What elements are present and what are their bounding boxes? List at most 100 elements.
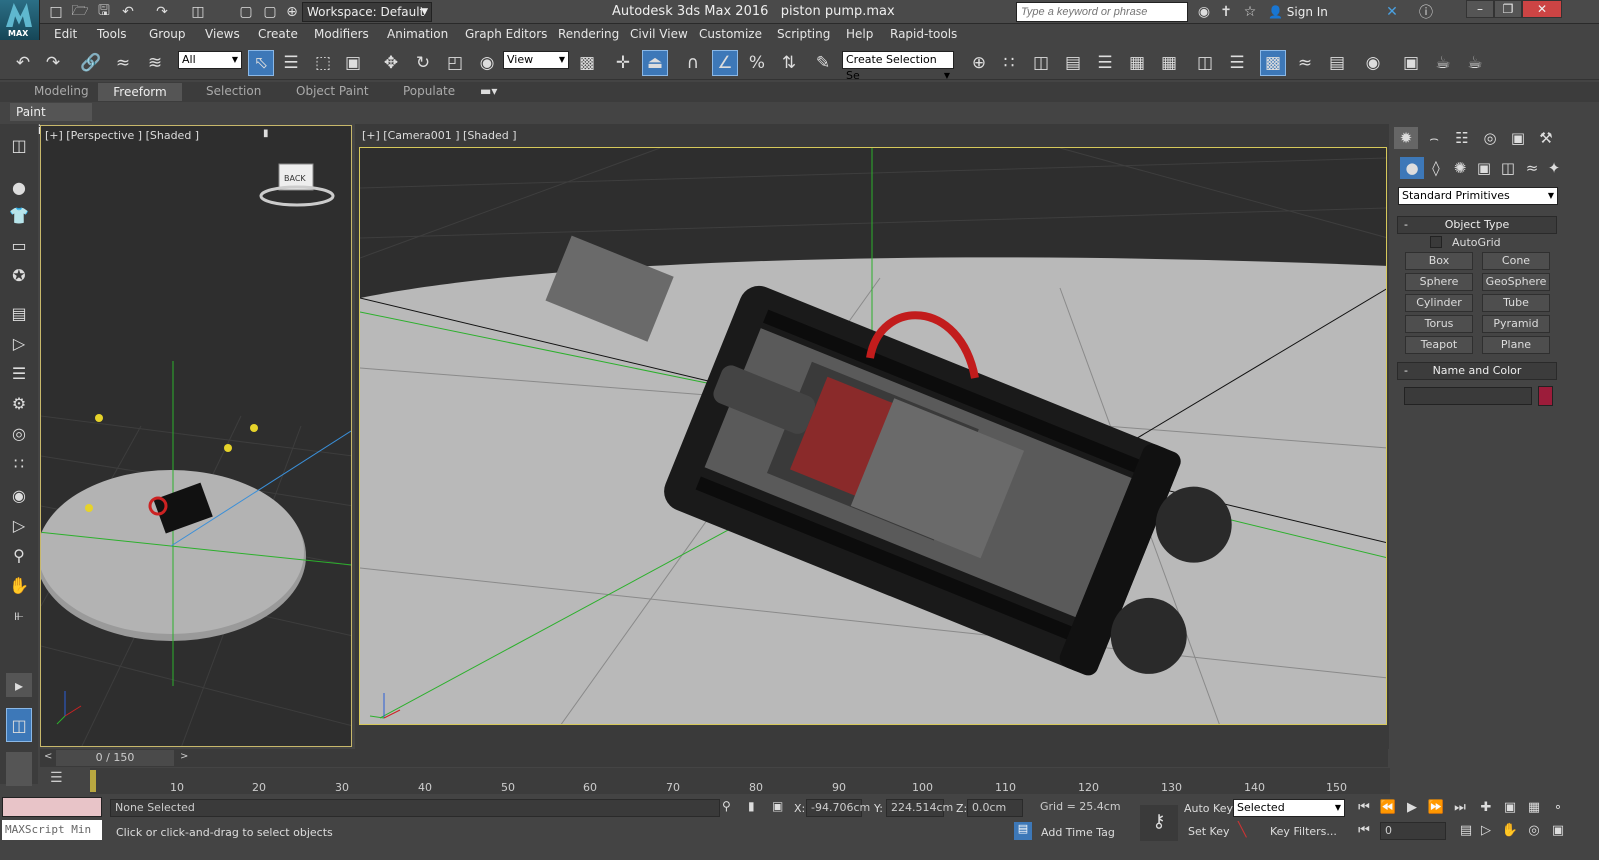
prev-frame-icon[interactable]: < xyxy=(44,751,52,762)
snaps-toggle-icon[interactable]: ∩ xyxy=(680,50,706,76)
sign-in-button[interactable]: 👤 Sign In xyxy=(1268,5,1328,19)
select-object-icon[interactable]: ⬁ xyxy=(248,50,274,76)
axis-icon[interactable]: ⫦ xyxy=(6,603,32,627)
viewport-layout-alt-icon[interactable] xyxy=(6,752,32,786)
open-icon[interactable]: 🗁 xyxy=(70,2,90,22)
percent-snap-icon[interactable]: % xyxy=(744,50,770,76)
menu-create[interactable]: Create xyxy=(258,27,298,41)
menu-scripting[interactable]: Scripting xyxy=(777,27,830,41)
shapes-icon[interactable]: ◊ xyxy=(1424,157,1448,179)
gear-icon[interactable]: ⚙ xyxy=(6,391,32,415)
set-key-icon[interactable]: ⚷ xyxy=(1140,805,1178,841)
search-input[interactable] xyxy=(1016,2,1188,22)
named-selection-dropdown[interactable]: Create Selection Se ▼ xyxy=(842,51,954,82)
scene-explorer-icon[interactable]: ◫ xyxy=(1192,50,1218,76)
geosphere-button[interactable]: GeoSphere xyxy=(1482,273,1550,291)
window-icon[interactable]: ▢ xyxy=(236,2,256,22)
new-icon[interactable]: □ xyxy=(46,2,66,22)
reference-coord-dropdown[interactable]: View ▼ xyxy=(503,51,569,69)
menu-customize[interactable]: Customize xyxy=(699,27,762,41)
menu-group[interactable]: Group xyxy=(149,27,186,41)
play-script-icon[interactable]: ▷ xyxy=(6,331,32,355)
unlink-icon[interactable]: ≈ xyxy=(110,50,136,76)
lock-selection-icon[interactable]: ▮ xyxy=(748,799,755,813)
selection-filter-dropdown[interactable]: All ▼ xyxy=(178,51,242,69)
pan-hand-icon[interactable]: ✋ xyxy=(6,573,32,597)
sphere-button[interactable]: Sphere xyxy=(1405,273,1473,291)
helpers-icon[interactable]: ◫ xyxy=(1496,157,1520,179)
scale-icon[interactable]: ◰ xyxy=(442,50,468,76)
particles-icon[interactable]: ✪ xyxy=(6,263,32,287)
goto-start-icon[interactable]: ⏮ xyxy=(1354,799,1374,817)
play-icon[interactable]: ▶ xyxy=(1402,799,1422,817)
hierarchy-tab-icon[interactable]: ☷ xyxy=(1450,127,1474,149)
pan-icon[interactable]: ✋ xyxy=(1500,822,1520,840)
bind-space-warp-icon[interactable]: ≋ xyxy=(142,50,168,76)
motion-tab-icon[interactable]: ◎ xyxy=(1478,127,1502,149)
key-filter-icon[interactable]: ╲ xyxy=(1238,822,1246,838)
cylinder-icon[interactable]: ▭ xyxy=(6,233,32,257)
object-color-swatch[interactable] xyxy=(1538,386,1553,406)
prev-key-icon[interactable]: ⏪ xyxy=(1378,799,1398,817)
angle-snap-icon[interactable]: ∠ xyxy=(712,50,738,76)
menu-tools[interactable]: Tools xyxy=(97,27,127,41)
time-marker[interactable] xyxy=(90,770,96,792)
current-frame-field[interactable]: 0 xyxy=(1380,822,1446,840)
menu-views[interactable]: Views xyxy=(205,27,240,41)
scene-explorer-icon[interactable]: ◫ xyxy=(6,133,32,157)
perspective-viewport[interactable]: [+] [Perspective ] [Shaded ] BACK ▮ xyxy=(40,125,352,747)
cameras-icon[interactable]: ▣ xyxy=(1472,157,1496,179)
tab-freeform[interactable]: Freeform xyxy=(98,83,182,101)
y-coordinate-field[interactable]: 224.514cm xyxy=(886,799,953,817)
project-icon[interactable]: ◫ xyxy=(188,2,208,22)
app-logo-button[interactable]: MAX xyxy=(0,0,40,40)
viewport-layout-icon[interactable]: ◫ xyxy=(6,708,32,742)
space-warps-icon[interactable]: ≈ xyxy=(1520,157,1544,179)
modify-tab-icon[interactable]: ⌢ xyxy=(1422,127,1446,149)
pivot-icon[interactable]: ▩ xyxy=(574,50,600,76)
key-mode-toggle-icon[interactable]: ⏮ xyxy=(1354,822,1374,840)
next-frame-icon[interactable]: > xyxy=(180,751,188,762)
torus-button[interactable]: Torus xyxy=(1405,315,1473,333)
frame-indicator[interactable]: 0 / 150 xyxy=(56,750,174,766)
render-frame-icon[interactable]: ☕ xyxy=(1430,50,1456,76)
pyramid-button[interactable]: Pyramid xyxy=(1482,315,1550,333)
crosshair-icon[interactable]: ⊕ xyxy=(282,2,302,22)
zoom-region-icon[interactable]: ▦ xyxy=(1524,799,1544,817)
next-key-icon[interactable]: ⏩ xyxy=(1426,799,1446,817)
cone-button[interactable]: Cone xyxy=(1482,252,1550,270)
render-setup-icon[interactable]: ▣ xyxy=(1398,50,1424,76)
ribbon-options-icon[interactable]: ▬▾ xyxy=(480,84,497,98)
walkthrough-icon[interactable]: ▷ xyxy=(6,513,32,537)
menu-rapid-tools[interactable]: Rapid-tools xyxy=(890,27,957,41)
track-bar[interactable] xyxy=(90,768,1390,794)
menu-edit[interactable]: Edit xyxy=(54,27,77,41)
manipulate-icon[interactable]: ✛ xyxy=(610,50,636,76)
systems-icon[interactable]: ✦ xyxy=(1542,157,1566,179)
auto-key-button[interactable]: Auto Key xyxy=(1184,802,1233,815)
restore-button[interactable]: ❐ xyxy=(1494,0,1522,18)
menu-help[interactable]: Help xyxy=(846,27,873,41)
redo-icon[interactable]: ↷ xyxy=(40,50,66,76)
primitive-type-dropdown[interactable]: Standard Primitives ▼ xyxy=(1398,187,1558,205)
material-editor-icon[interactable]: ◉ xyxy=(1360,50,1386,76)
key-mode-dropdown[interactable]: Selected ▼ xyxy=(1233,799,1345,817)
window-crossing-icon[interactable]: ▣ xyxy=(340,50,366,76)
tab-selection[interactable]: Selection xyxy=(206,84,261,98)
maxscript-mini-listener[interactable]: MAXScript Min xyxy=(2,820,102,840)
edit-named-selection-icon[interactable]: ✎ xyxy=(810,50,836,76)
utilities-tab-icon[interactable]: ⚒ xyxy=(1534,127,1558,149)
camera-viewport-label[interactable]: [+] [Camera001 ] [Shaded ] xyxy=(362,129,517,142)
goto-end-icon[interactable]: ⏭ xyxy=(1450,799,1470,817)
ribbon-toggle-icon[interactable]: ▦ xyxy=(1156,50,1182,76)
object-type-rollout[interactable]: - Object Type xyxy=(1397,216,1557,234)
list-icon[interactable]: ☰ xyxy=(6,361,32,385)
move-icon[interactable]: ✥ xyxy=(378,50,404,76)
redo-icon[interactable]: ↷ xyxy=(152,2,172,22)
workspace-dropdown[interactable]: Workspace: Default ▼ xyxy=(302,2,432,22)
isolate-icon[interactable]: ⚲ xyxy=(722,799,731,813)
key-filters-button[interactable]: Key Filters... xyxy=(1270,825,1337,838)
maxscript-icon[interactable]: ▤ xyxy=(6,301,32,325)
menu-civil-view[interactable]: Civil View xyxy=(630,27,688,41)
maxscript-listener-input[interactable] xyxy=(2,797,102,817)
